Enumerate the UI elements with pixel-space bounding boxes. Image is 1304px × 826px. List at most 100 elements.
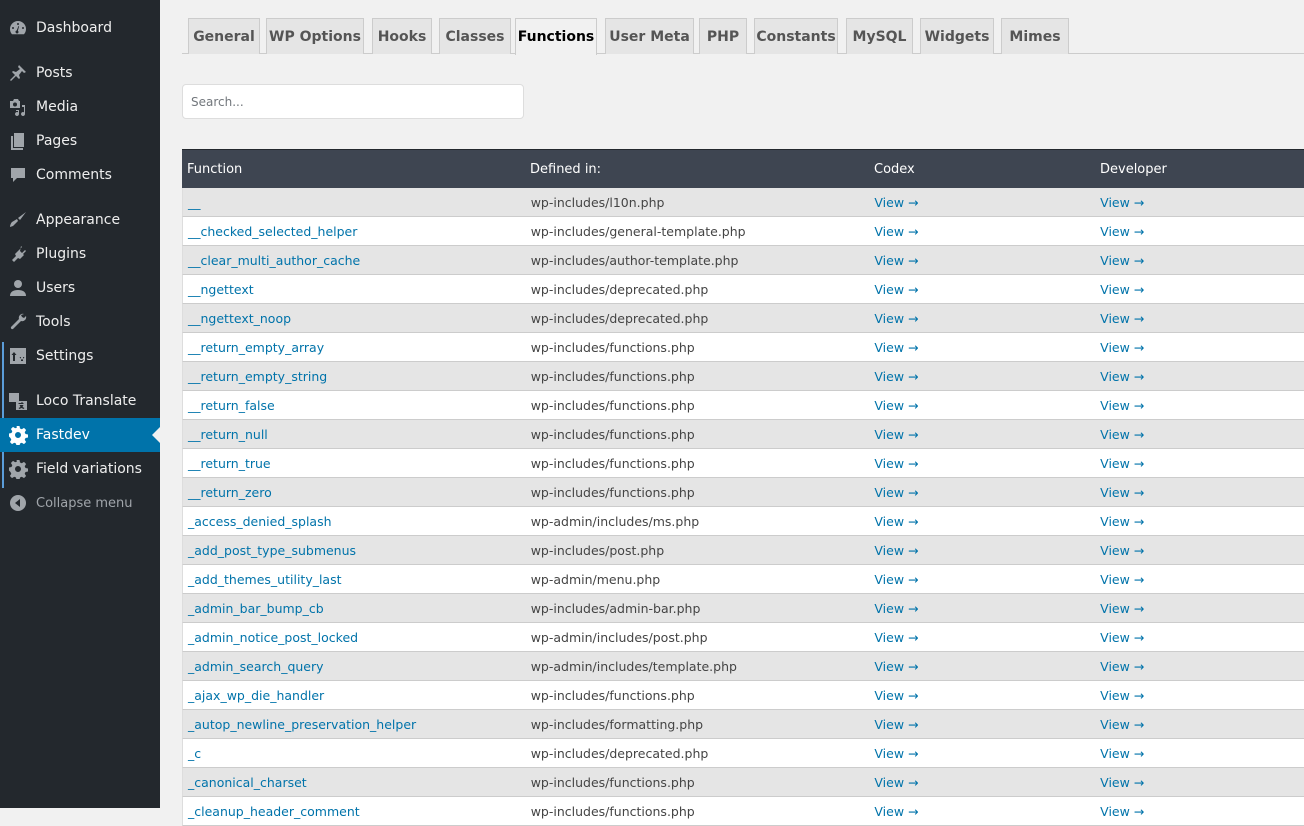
tab-wp-options[interactable]: WP Options <box>266 18 364 54</box>
function-link[interactable]: __clear_multi_author_cache <box>188 253 360 268</box>
sidebar-item-dashboard[interactable]: Dashboard <box>0 11 160 45</box>
function-link[interactable]: __ngettext <box>188 282 254 297</box>
function-link[interactable]: _autop_newline_preservation_helper <box>188 717 416 732</box>
codex-view-link[interactable]: View → <box>874 195 918 210</box>
developer-view-link[interactable]: View → <box>1100 224 1144 239</box>
developer-view-link[interactable]: View → <box>1100 195 1144 210</box>
developer-view-link[interactable]: View → <box>1100 311 1144 326</box>
developer-view-link[interactable]: View → <box>1100 717 1144 732</box>
function-link[interactable]: __return_true <box>188 456 271 471</box>
codex-view-link[interactable]: View → <box>874 543 918 558</box>
sidebar-item-comments[interactable]: Comments <box>0 158 160 192</box>
codex-view-link[interactable]: View → <box>874 514 918 529</box>
developer-view-link[interactable]: View → <box>1100 485 1144 500</box>
tab-php[interactable]: PHP <box>699 18 747 54</box>
function-link[interactable]: _c <box>188 746 201 761</box>
function-link[interactable]: _add_themes_utility_last <box>188 572 342 587</box>
function-link[interactable]: _admin_bar_bump_cb <box>188 601 324 616</box>
codex-view-link[interactable]: View → <box>874 601 918 616</box>
codex-view-link[interactable]: View → <box>874 253 918 268</box>
function-link[interactable]: __ngettext_noop <box>188 311 291 326</box>
table-row: _autop_newline_preservation_helper wp-inc… <box>182 710 1304 739</box>
tab-classes[interactable]: Classes <box>439 18 511 54</box>
developer-view-link[interactable]: View → <box>1100 427 1144 442</box>
codex-view-link[interactable]: View → <box>874 282 918 297</box>
developer-view-link[interactable]: View → <box>1100 630 1144 645</box>
developer-cell: View → <box>1094 282 1304 297</box>
tab-widgets[interactable]: Widgets <box>920 18 994 54</box>
developer-view-link[interactable]: View → <box>1100 601 1144 616</box>
codex-view-link[interactable]: View → <box>874 775 918 790</box>
tab-general[interactable]: General <box>188 18 260 54</box>
function-link[interactable]: __return_empty_array <box>188 340 324 355</box>
function-link[interactable]: _admin_search_query <box>188 659 324 674</box>
function-link[interactable]: _access_denied_splash <box>188 514 332 529</box>
codex-view-link[interactable]: View → <box>874 427 918 442</box>
developer-cell: View → <box>1094 688 1304 703</box>
function-link[interactable]: _canonical_charset <box>188 775 307 790</box>
function-link[interactable]: _add_post_type_submenus <box>188 543 356 558</box>
codex-view-link[interactable]: View → <box>874 630 918 645</box>
tab-constants[interactable]: Constants <box>754 18 838 54</box>
developer-view-link[interactable]: View → <box>1100 746 1144 761</box>
tab-user-meta[interactable]: User Meta <box>605 18 694 54</box>
developer-view-link[interactable]: View → <box>1100 340 1144 355</box>
function-link[interactable]: __return_empty_string <box>188 369 327 384</box>
developer-view-link[interactable]: View → <box>1100 253 1144 268</box>
function-link[interactable]: __return_false <box>188 398 275 413</box>
developer-view-link[interactable]: View → <box>1100 456 1144 471</box>
codex-view-link[interactable]: View → <box>874 572 918 587</box>
tab-functions[interactable]: Functions <box>515 18 597 55</box>
sidebar-item-loco-translate[interactable]: Loco Translate <box>0 384 160 418</box>
codex-view-link[interactable]: View → <box>874 804 918 819</box>
function-link[interactable]: _cleanup_header_comment <box>188 804 360 819</box>
function-link[interactable]: _ajax_wp_die_handler <box>188 688 324 703</box>
developer-view-link[interactable]: View → <box>1100 688 1144 703</box>
developer-view-link[interactable]: View → <box>1100 775 1144 790</box>
function-link[interactable]: __return_null <box>188 427 268 442</box>
sidebar-item-fastdev[interactable]: Fastdev <box>0 418 160 452</box>
function-link[interactable]: _admin_notice_post_locked <box>188 630 358 645</box>
developer-view-link[interactable]: View → <box>1100 659 1144 674</box>
codex-view-link[interactable]: View → <box>874 717 918 732</box>
sidebar-item-tools[interactable]: Tools <box>0 305 160 339</box>
sidebar-item-posts[interactable]: Posts <box>0 56 160 90</box>
codex-view-link[interactable]: View → <box>874 659 918 674</box>
developer-view-link[interactable]: View → <box>1100 398 1144 413</box>
codex-view-link[interactable]: View → <box>874 369 918 384</box>
developer-view-link[interactable]: View → <box>1100 282 1144 297</box>
codex-view-link[interactable]: View → <box>874 311 918 326</box>
function-link[interactable]: __ <box>188 195 201 210</box>
codex-view-link[interactable]: View → <box>874 398 918 413</box>
search-input[interactable] <box>182 84 524 119</box>
sidebar-item-users[interactable]: Users <box>0 271 160 305</box>
sidebar-item-appearance[interactable]: Appearance <box>0 203 160 237</box>
codex-cell: View → <box>866 514 1094 529</box>
function-link[interactable]: __checked_selected_helper <box>188 224 357 239</box>
developer-view-link[interactable]: View → <box>1100 543 1144 558</box>
codex-view-link[interactable]: View → <box>874 746 918 761</box>
sidebar-item-pages[interactable]: Pages <box>0 124 160 158</box>
developer-view-link[interactable]: View → <box>1100 369 1144 384</box>
developer-view-link[interactable]: View → <box>1100 804 1144 819</box>
sidebar-item-media[interactable]: Media <box>0 90 160 124</box>
sidebar-item-field-variations[interactable]: Field variations <box>0 452 160 486</box>
developer-view-link[interactable]: View → <box>1100 514 1144 529</box>
tab-hooks[interactable]: Hooks <box>372 18 432 54</box>
codex-view-link[interactable]: View → <box>874 224 918 239</box>
codex-view-link[interactable]: View → <box>874 340 918 355</box>
sidebar-item-label: Loco Translate <box>36 393 137 409</box>
codex-view-link[interactable]: View → <box>874 485 918 500</box>
codex-cell: View → <box>866 659 1094 674</box>
tab-mimes[interactable]: Mimes <box>1001 18 1069 54</box>
sidebar-item-plugins[interactable]: Plugins <box>0 237 160 271</box>
tab-mysql[interactable]: MySQL <box>846 18 913 54</box>
defined-in-cell: wp-includes/functions.php <box>530 368 695 384</box>
sidebar-item-settings[interactable]: Settings <box>0 339 160 373</box>
developer-view-link[interactable]: View → <box>1100 572 1144 587</box>
codex-view-link[interactable]: View → <box>874 688 918 703</box>
function-link[interactable]: __return_zero <box>188 485 272 500</box>
collapse-menu-button[interactable]: Collapse menu <box>0 486 160 520</box>
codex-view-link[interactable]: View → <box>874 456 918 471</box>
function-cell: _add_themes_utility_last <box>183 572 525 587</box>
